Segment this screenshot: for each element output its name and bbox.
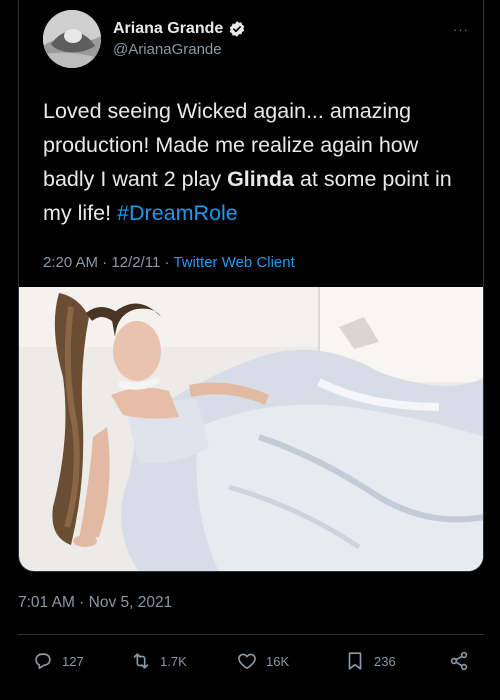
quoted-tweet-meta: 2:20 AM · 12/2/11 · Twitter Web Client (43, 254, 295, 271)
tweet-detail-screen: Ariana Grande @ArianaGrande ··· Loved se… (0, 0, 500, 700)
tweet-timestamp[interactable]: 7:01 AM · Nov 5, 2021 (18, 594, 172, 612)
tweet-text-bold: Glinda (227, 167, 294, 191)
client-link[interactable]: Twitter Web Client (173, 254, 294, 271)
bookmark-icon (348, 652, 362, 670)
quoted-timestamp: 2:20 AM · 12/2/11 · (43, 254, 174, 271)
share-icon (450, 651, 468, 671)
avatar[interactable] (43, 10, 101, 68)
share-button[interactable] (448, 650, 470, 672)
retweet-count: 1.7K (160, 653, 187, 669)
action-bar: 127 1.7K 16K 236 (18, 650, 484, 680)
tweet-text: Loved seeing Wicked again... amazing pro… (43, 94, 473, 230)
hashtag-link[interactable]: #DreamRole (117, 201, 238, 225)
tweet-photo[interactable] (19, 287, 483, 571)
retweet-icon (133, 653, 149, 669)
bookmark-count: 236 (374, 653, 396, 669)
verified-badge-icon (229, 21, 245, 37)
author-handle[interactable]: @ArianaGrande (113, 41, 246, 58)
retweet-button[interactable]: 1.7K (130, 650, 187, 672)
quoted-tweet-header: Ariana Grande @ArianaGrande (43, 10, 246, 68)
more-options-icon[interactable]: ··· (453, 22, 469, 37)
divider (18, 634, 484, 635)
heart-icon (238, 653, 256, 670)
quoted-tweet-card[interactable]: Ariana Grande @ArianaGrande ··· Loved se… (18, 0, 484, 572)
author-names: Ariana Grande @ArianaGrande (113, 20, 246, 58)
bookmark-button[interactable]: 236 (344, 650, 396, 672)
reply-button[interactable]: 127 (32, 650, 84, 672)
reply-count: 127 (62, 653, 84, 669)
photo-image (19, 287, 483, 571)
display-name-row: Ariana Grande (113, 20, 246, 38)
like-count: 16K (266, 653, 290, 669)
like-button[interactable]: 16K (236, 650, 289, 672)
reply-icon (35, 653, 51, 669)
display-name[interactable]: Ariana Grande (113, 20, 223, 38)
